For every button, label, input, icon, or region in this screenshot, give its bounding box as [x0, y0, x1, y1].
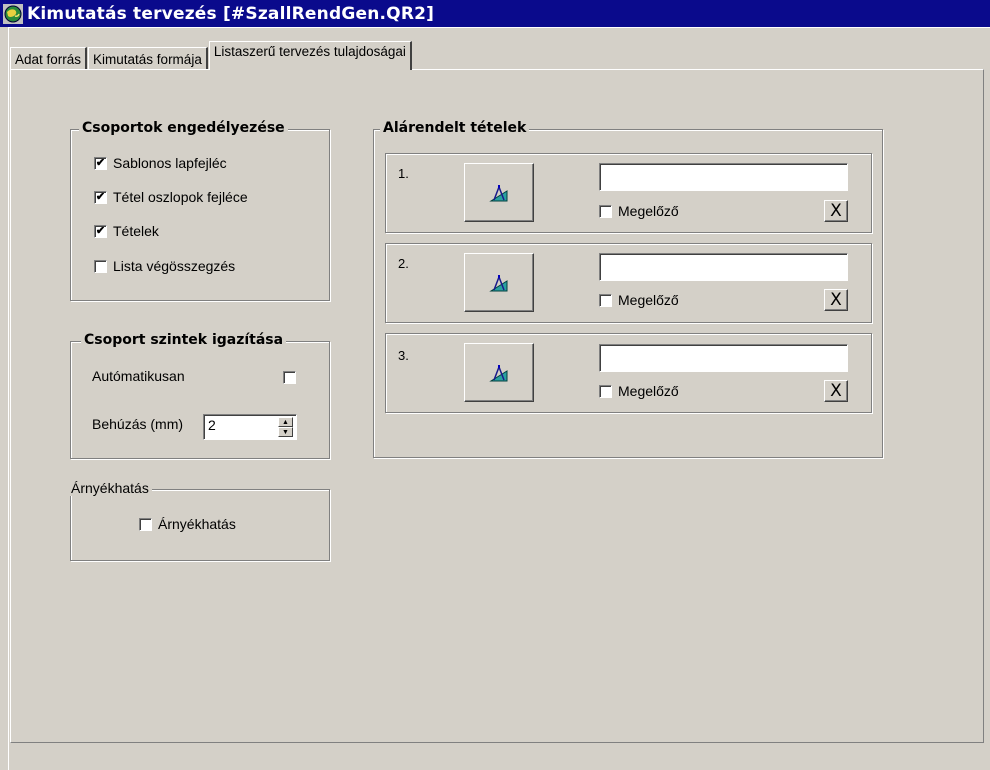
globe-app-icon[interactable]: [2, 3, 24, 25]
indent-value: 2: [208, 417, 216, 433]
subitem-number: 2.: [398, 256, 409, 271]
checkbox-label: Megelőző: [618, 292, 679, 308]
tab-list-design-properties[interactable]: Listaszerű tervezés tulajdoságai: [208, 41, 412, 70]
auto-checkbox[interactable]: [283, 371, 296, 384]
close-icon: X: [830, 290, 842, 310]
checkbox-box[interactable]: ✔: [94, 190, 107, 204]
subitem-design-button-3[interactable]: [464, 343, 534, 402]
indent-label: Behúzás (mm): [92, 416, 184, 432]
checkbox-label: Tétel oszlopok fejléce: [113, 189, 248, 205]
groups-enable-title: Csoportok engedélyezése: [79, 120, 288, 136]
window-title: Kimutatás tervezés [#SzallRendGen.QR2]: [27, 3, 435, 24]
group-levels-title: Csoport szintek igazítása: [81, 332, 287, 348]
checkbox-label: Árnyékhatás: [158, 516, 236, 532]
subitem-field-2[interactable]: [599, 253, 848, 281]
tab-data-source[interactable]: Adat forrás: [10, 47, 88, 70]
clear-button-3[interactable]: X: [824, 380, 848, 402]
subitem-number: 3.: [398, 348, 409, 363]
checkbox-box[interactable]: ✔: [94, 224, 107, 238]
checkbox-label: Tételek: [113, 223, 159, 239]
checkbox-box[interactable]: [599, 384, 612, 398]
subitems-title: Alárendelt tételek: [380, 120, 530, 136]
checkbox-box[interactable]: [139, 517, 152, 531]
checkbox-previous-3[interactable]: Megelőző: [599, 383, 679, 399]
checkbox-shadow[interactable]: Árnyékhatás: [139, 516, 236, 532]
group-levels-groupbox: Csoport szintek igazítása: [70, 332, 330, 459]
subitem-design-button-1[interactable]: [464, 163, 534, 222]
tab-label: Listaszerű tervezés tulajdoságai: [213, 44, 406, 59]
checkbox-label: Megelőző: [618, 383, 679, 399]
indent-spinner[interactable]: ▲ ▼: [278, 417, 293, 437]
tab-label: Adat forrás: [15, 51, 82, 67]
checkbox-label: Lista végösszegzés: [113, 258, 236, 274]
tab-report-format[interactable]: Kimutatás formája: [88, 47, 208, 70]
checkbox-label: Sablonos lapfejléc: [113, 155, 227, 171]
spin-up-icon[interactable]: ▲: [278, 417, 293, 427]
checkbox-template-header[interactable]: ✔ Sablonos lapfejléc: [94, 155, 227, 171]
subitem-design-button-2[interactable]: [464, 253, 534, 312]
checkbox-box[interactable]: [94, 259, 107, 273]
checkbox-items[interactable]: ✔ Tételek: [94, 223, 159, 239]
subitem-field-1[interactable]: [599, 163, 848, 191]
spin-down-icon[interactable]: ▼: [278, 427, 293, 437]
close-icon: X: [830, 381, 842, 401]
subitem-number: 1.: [398, 166, 409, 181]
checkbox-column-header[interactable]: ✔ Tétel oszlopok fejléce: [94, 189, 248, 205]
clear-button-2[interactable]: X: [824, 289, 848, 311]
close-icon: X: [830, 201, 842, 221]
checkbox-box[interactable]: ✔: [94, 156, 107, 170]
auto-label: Autómatikusan: [92, 368, 185, 384]
checkbox-previous-1[interactable]: Megelőző: [599, 203, 679, 219]
tab-strip: Adat forrás Kimutatás formája Listaszerű…: [10, 41, 413, 70]
clear-button-1[interactable]: X: [824, 200, 848, 222]
title-bar[interactable]: Kimutatás tervezés [#SzallRendGen.QR2]: [0, 0, 990, 27]
design-tool-icon: [489, 364, 508, 381]
tab-label: Kimutatás formája: [93, 51, 202, 67]
checkbox-label: Megelőző: [618, 203, 679, 219]
design-tool-icon: [489, 274, 508, 291]
design-tool-icon: [489, 184, 508, 201]
checkbox-previous-2[interactable]: Megelőző: [599, 292, 679, 308]
checkbox-box[interactable]: [599, 293, 612, 307]
checkbox-list-total[interactable]: Lista végösszegzés: [94, 258, 235, 274]
subitem-field-3[interactable]: [599, 344, 848, 372]
checkbox-box[interactable]: [599, 204, 612, 218]
shadow-title: Árnyékhatás: [70, 480, 152, 496]
